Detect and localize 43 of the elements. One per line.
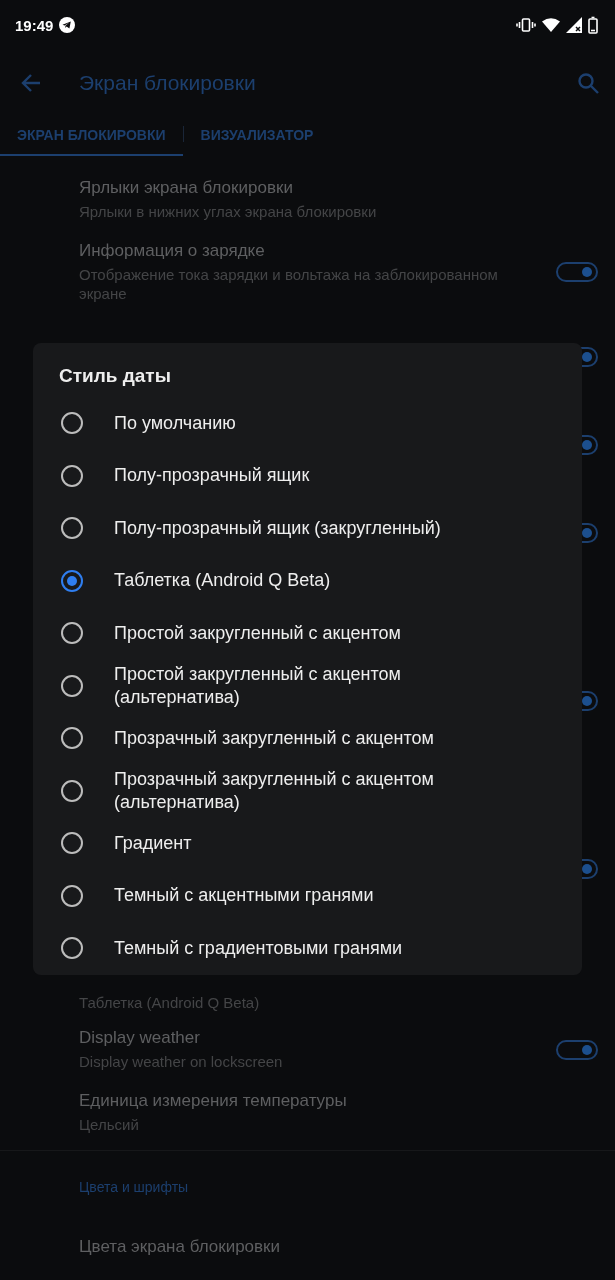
option-label[interactable]: Полу-прозрачный ящик (закругленный) [114,516,511,540]
radio-button[interactable] [61,779,83,802]
option-label[interactable]: Темный с градиентовыми гранями [114,936,473,960]
option-label[interactable]: Таблетка (Android Q Beta) [114,569,401,593]
battery-icon [588,16,598,34]
signal-icon [566,17,582,33]
vibrate-icon [516,17,536,33]
toggle-switch[interactable] [556,262,598,282]
option-label[interactable]: Полу-прозрачный ящик [114,464,380,488]
setting-title: Единица измерения температуры [79,1091,348,1111]
setting-title: Display weather [79,1028,201,1048]
radio-button[interactable] [61,674,83,697]
radio-button[interactable] [61,464,83,487]
toggle-switch[interactable] [556,1039,598,1060]
status-time: 19:49 [15,16,54,34]
option-label[interactable]: Прозрачный закругленный с акцентом (альтернатива) [114,767,582,814]
option-label[interactable]: По умолчанию [114,411,306,435]
option-label[interactable]: Градиент [114,831,262,855]
option-label[interactable]: Простой закругленный с акцентом [114,621,471,645]
radio-button[interactable] [61,884,83,907]
setting-summary: Display weather on lockscreen [79,1052,284,1071]
setting-title: Цвета экрана блокировки [79,1237,281,1257]
setting-title: Ярлыки экрана блокировки [79,178,294,198]
option-label[interactable]: Темный с акцентными гранями [114,884,444,908]
radio-button[interactable] [61,727,83,750]
radio-button[interactable] [61,569,83,592]
option-label[interactable]: Простой закругленный с акцентом (альтернатива) [114,662,582,709]
category-header: Цвета и шрифты [78,1178,190,1197]
setting-title: Информация о зарядке [79,241,266,261]
setting-summary: Таблетка (Android Q Beta) [79,993,260,1012]
telegram-icon [59,17,76,33]
radio-button[interactable] [61,937,83,960]
radio-button[interactable] [61,517,83,540]
wifi-icon [542,18,560,32]
option-label[interactable]: Прозрачный закругленный с акцентом [114,726,504,750]
radio-button[interactable] [61,622,83,645]
radio-button[interactable] [61,832,83,855]
setting-summary: Ярлыки в нижних углах экрана блокировки [79,202,378,221]
setting-summary: Отображение тока зарядки и вольтажа на заблокированном экране [79,265,499,303]
screen-title: Экран блокировки [79,71,257,95]
dialog-title: Стиль даты [59,365,172,387]
setting-summary: Цельсий [79,1115,140,1134]
radio-button[interactable] [61,412,83,435]
